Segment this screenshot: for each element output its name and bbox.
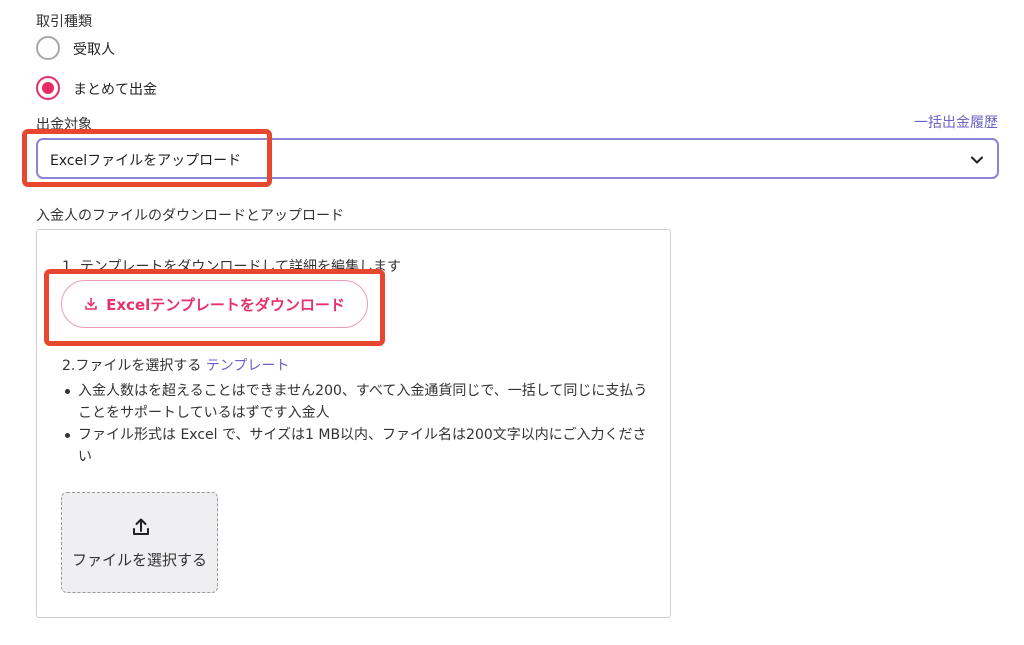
radio-bulk-payout-label[interactable]: まとめて出金 xyxy=(73,79,157,99)
list-item: 入金人数はを超えることはできません200、すべて入金通貨同じで、一括して同じに支… xyxy=(62,380,652,424)
download-template-button-label: Excelテンプレートをダウンロード xyxy=(106,295,345,314)
upload-rules-list: 入金人数はを超えることはできません200、すべて入金通貨同じで、一括して同じに支… xyxy=(62,380,652,468)
step2-text: 2.ファイルを選択する xyxy=(62,358,202,374)
radio-recipient[interactable] xyxy=(36,36,60,60)
step1-text: 1. テンプレートをダウンロードして詳細を編集します xyxy=(62,259,401,275)
payout-target-select[interactable]: Excelファイルをアップロード xyxy=(36,138,999,179)
select-file-dropzone[interactable]: ファイルを選択する xyxy=(61,492,218,593)
upload-section-title: 入金人のファイルのダウンロードとアップロード xyxy=(36,208,344,224)
payout-target-select-value: Excelファイルをアップロード xyxy=(50,153,242,169)
chevron-down-icon xyxy=(971,156,983,164)
transaction-type-label: 取引種類 xyxy=(36,14,92,30)
download-icon xyxy=(85,297,97,310)
bulk-payout-history-link[interactable]: 一括出金履歴 xyxy=(914,112,998,132)
download-template-button[interactable]: Excelテンプレートをダウンロード xyxy=(61,280,368,328)
step2-row: 2.ファイルを選択する テンプレート xyxy=(62,355,289,375)
payout-target-label: 出金対象 xyxy=(36,117,92,133)
list-item: ファイル形式は Excel で、サイズは1 MB以内、ファイル名は200文字以内… xyxy=(62,424,652,468)
radio-bulk-payout[interactable] xyxy=(36,76,60,100)
select-file-label: ファイルを選択する xyxy=(71,551,207,569)
radio-recipient-label[interactable]: 受取人 xyxy=(73,39,115,59)
template-link[interactable]: テンプレート xyxy=(206,358,290,374)
upload-icon xyxy=(133,518,149,535)
